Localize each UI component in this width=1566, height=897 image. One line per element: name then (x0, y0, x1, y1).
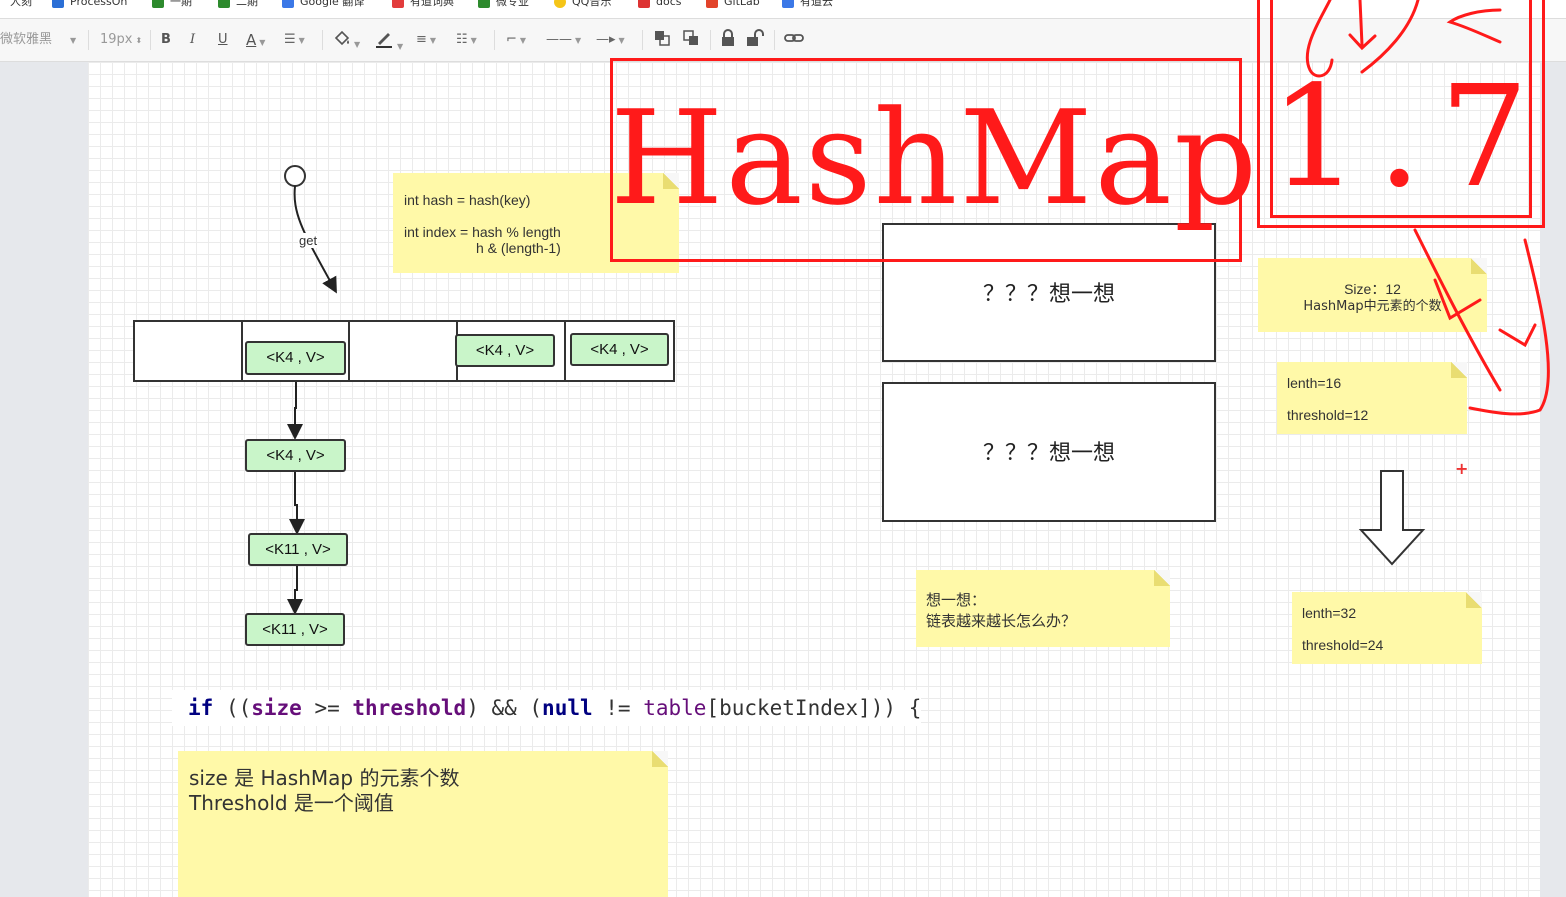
handwriting-strokes (1305, 0, 1550, 416)
